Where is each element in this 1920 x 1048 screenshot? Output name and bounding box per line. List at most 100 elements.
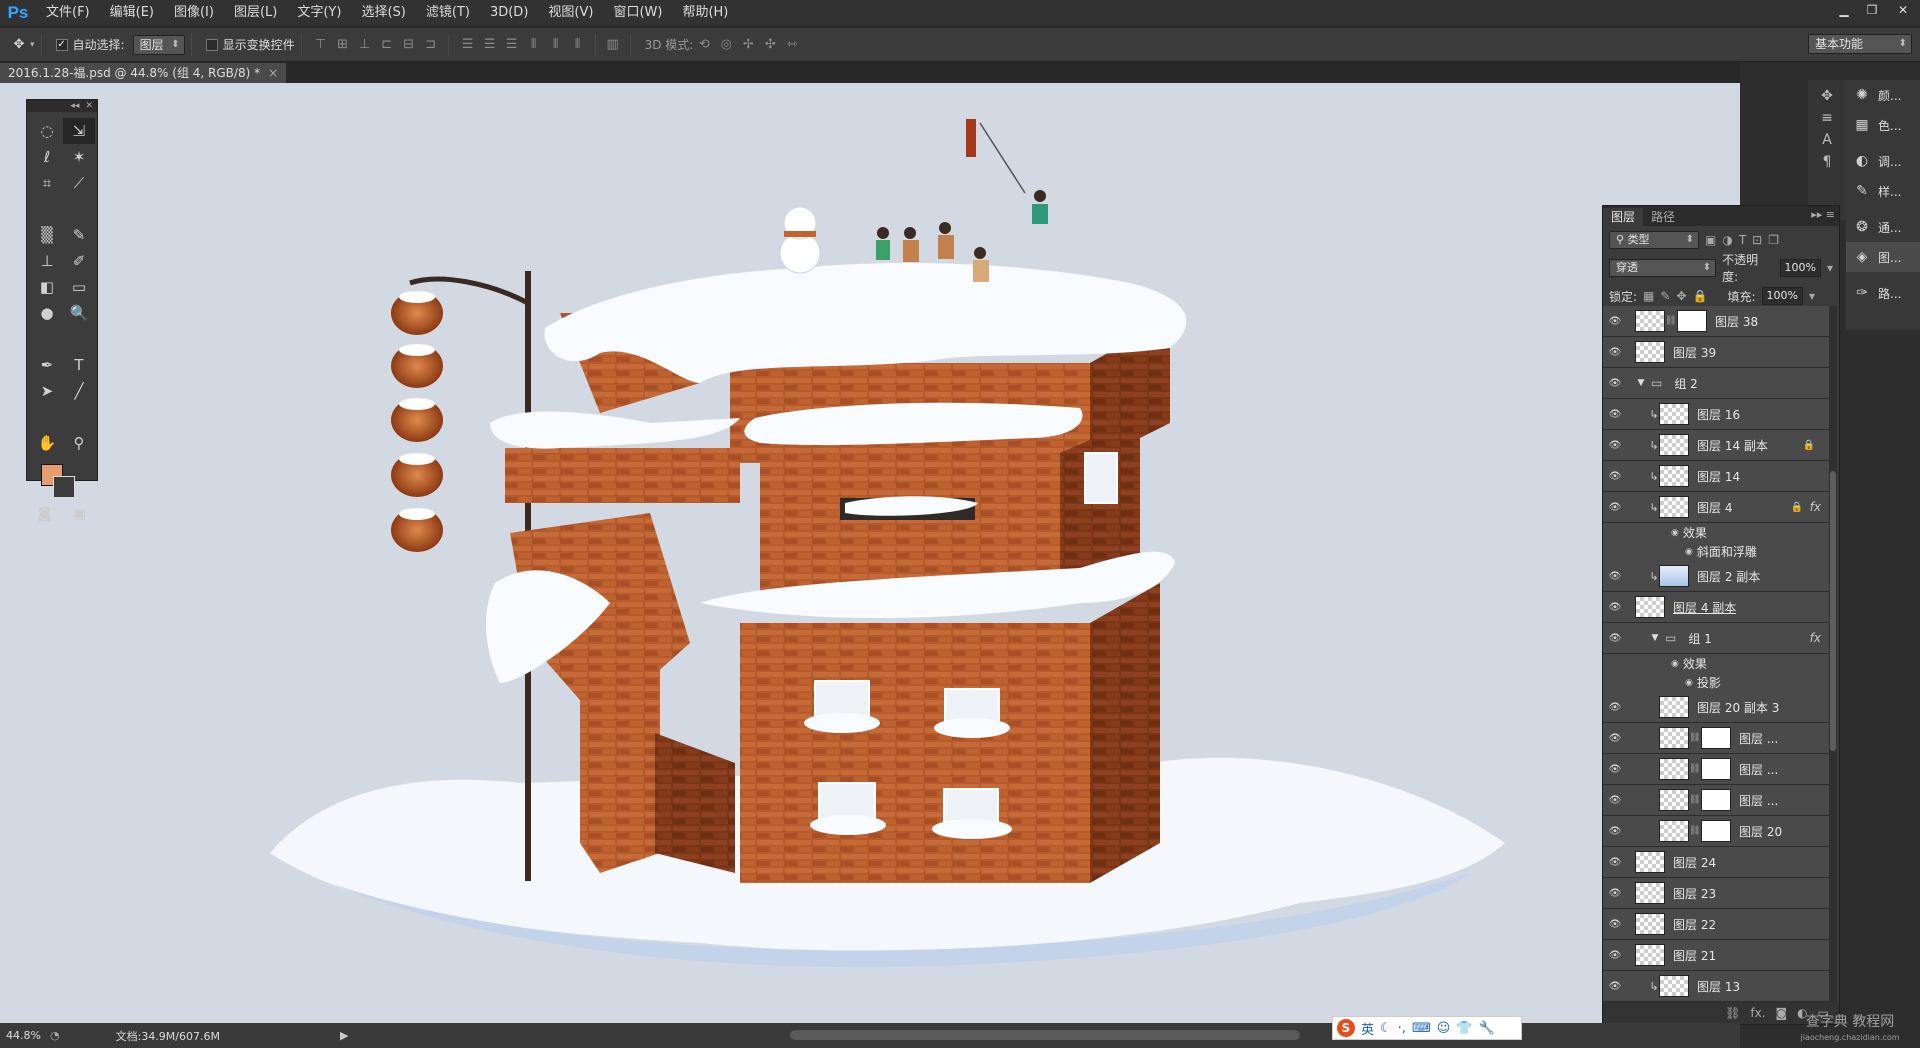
align-top-icon[interactable]: ⊤ — [310, 34, 332, 56]
distribute-hcenter-icon[interactable]: ⫴ — [545, 34, 567, 56]
ime-user-icon[interactable]: ☺ — [1437, 1021, 1451, 1036]
punctuation-icon[interactable]: ·, — [1398, 1021, 1406, 1036]
layer-row[interactable]: 👁 图层 22 — [1603, 909, 1829, 940]
layer-effect-row[interactable]: ◉ 投影 — [1603, 673, 1829, 692]
fx-badge[interactable]: fx — [1810, 631, 1821, 645]
blur-icon[interactable]: ● — [31, 300, 63, 326]
align-vcenter-icon[interactable]: ⊞ — [332, 34, 354, 56]
filter-pixel-icon[interactable]: ▣ — [1705, 233, 1716, 247]
slide-3d-icon[interactable]: ✣ — [759, 34, 781, 56]
filter-shape-icon[interactable]: ⊡ — [1752, 233, 1762, 247]
layer-row[interactable]: 👁 ▼ ▭ 组 2 — [1603, 368, 1829, 399]
visibility-eye-icon[interactable]: 👁 — [1603, 888, 1627, 899]
effect-eye-icon[interactable]: ◉ — [1685, 678, 1693, 688]
layer-mask-thumbnail[interactable] — [1701, 789, 1731, 811]
type-icon[interactable]: T — [63, 352, 95, 378]
drag-3d-icon[interactable]: ✢ — [737, 34, 759, 56]
opacity-input[interactable]: 100% — [1779, 259, 1821, 277]
status-menu-icon[interactable]: ◔ — [50, 1029, 60, 1042]
link-layers-icon[interactable]: ⛓ — [1725, 1006, 1740, 1020]
menu-item[interactable]: 文字(Y) — [287, 0, 351, 26]
dock-item[interactable]: ▦ 色... — [1846, 110, 1920, 140]
document-tab[interactable]: 2016.1.28-福.psd @ 44.8% (组 4, RGB/8) * × — [0, 63, 287, 83]
layer-row[interactable]: 👁 图层 23 — [1603, 878, 1829, 909]
visibility-eye-icon[interactable]: 👁 — [1603, 633, 1627, 644]
magic-wand-icon[interactable]: ✶ — [63, 144, 95, 170]
tool-presets-icon[interactable]: ≡ — [1821, 110, 1833, 126]
layer-mask-thumbnail[interactable] — [1701, 727, 1731, 749]
gradient-icon[interactable]: ▭ — [63, 274, 95, 300]
visibility-eye-icon[interactable]: 👁 — [1603, 602, 1627, 613]
visibility-eye-icon[interactable]: 👁 — [1603, 826, 1627, 837]
fx-badge[interactable]: fx — [1810, 500, 1821, 514]
layer-mask-thumbnail[interactable] — [1677, 310, 1707, 332]
visibility-eye-icon[interactable]: 👁 — [1603, 471, 1627, 482]
auto-select-target-select[interactable]: 图层 — [132, 34, 185, 55]
ime-language[interactable]: 英 — [1361, 1019, 1374, 1038]
wrench-icon[interactable]: 🔧 — [1478, 1021, 1494, 1036]
visibility-eye-icon[interactable]: 👁 — [1603, 702, 1627, 713]
effect-eye-icon[interactable]: ◉ — [1671, 659, 1679, 669]
quick-mask-icon[interactable]: ◙ — [38, 506, 52, 522]
rotate-3d-icon[interactable]: ⟲ — [693, 34, 715, 56]
tab-layers[interactable]: 图层 — [1603, 208, 1644, 226]
move-tool-icon[interactable]: ⇲ — [63, 118, 95, 144]
filter-adjustment-icon[interactable]: ◑ — [1722, 233, 1732, 247]
brush-icon[interactable]: ✎ — [63, 222, 95, 248]
lock-all-icon[interactable]: 🔒 — [1693, 289, 1708, 303]
dock-item[interactable]: ◐ 调... — [1846, 146, 1920, 176]
horizontal-scrollbar[interactable] — [790, 1030, 1300, 1040]
menu-item[interactable]: 文件(F) — [36, 0, 100, 26]
menu-item[interactable]: 帮助(H) — [672, 0, 738, 26]
blend-mode-select[interactable]: 穿透 — [1609, 259, 1717, 277]
distribute-bottom-icon[interactable]: ☰ — [501, 34, 523, 56]
mask-link-icon[interactable]: ⛓ — [1689, 795, 1700, 805]
auto-select-checkbox[interactable]: ✓ 自动选择: — [55, 36, 125, 53]
document-canvas[interactable] — [0, 83, 1740, 1023]
menu-item[interactable]: 滤镜(T) — [416, 0, 480, 26]
character-icon[interactable]: A — [1822, 132, 1832, 148]
fill-input[interactable]: 100% — [1761, 287, 1803, 305]
show-transform-checkbox[interactable]: 显示变换控件 — [205, 36, 295, 53]
visibility-eye-icon[interactable]: 👁 — [1603, 733, 1627, 744]
layer-effect-row[interactable]: ◉ 效果 — [1603, 654, 1829, 673]
line-icon[interactable]: ╱ — [63, 378, 95, 404]
scale-3d-icon[interactable]: ⇿ — [781, 34, 803, 56]
close-icon[interactable]: × — [268, 63, 278, 83]
layer-row[interactable]: 👁 ↳ 图层 16 — [1603, 399, 1829, 430]
brush-presets-icon[interactable]: ✥ — [1821, 88, 1833, 104]
background-color-swatch[interactable] — [53, 476, 75, 498]
layer-row[interactable]: 👁 ↳ 图层 2 副本 — [1603, 561, 1829, 592]
restore-icon[interactable]: ❐ — [1858, 0, 1886, 20]
hand-icon[interactable]: ✋ — [31, 430, 63, 456]
roll-3d-icon[interactable]: ◎ — [715, 34, 737, 56]
moon-icon[interactable]: ☾ — [1380, 1021, 1392, 1036]
mask-link-icon[interactable]: ⛓ — [1689, 733, 1700, 743]
dock-item[interactable]: ✺ 颜... — [1846, 80, 1920, 110]
minimize-icon[interactable]: ▁ — [1830, 0, 1858, 20]
layer-filter-select[interactable]: ⚲ 类型 — [1609, 231, 1699, 249]
distribute-right-icon[interactable]: ⫴ — [567, 34, 589, 56]
align-right-icon[interactable]: ⊐ — [420, 34, 442, 56]
tab-paths[interactable]: 路径 — [1643, 208, 1683, 226]
layer-row[interactable]: 👁 图层 39 — [1603, 337, 1829, 368]
rectangular-marquee-icon[interactable]: ◌ — [31, 118, 63, 144]
visibility-eye-icon[interactable]: 👁 — [1603, 409, 1627, 420]
align-bottom-icon[interactable]: ⊥ — [354, 34, 376, 56]
pen-icon[interactable]: ✒ — [31, 352, 63, 378]
path-selection-icon[interactable]: ➤ — [31, 378, 63, 404]
menu-item[interactable]: 窗口(W) — [603, 0, 672, 26]
dock-item[interactable]: ❂ 通... — [1846, 212, 1920, 242]
screen-mode-icon[interactable]: ▣ — [73, 506, 86, 522]
clone-stamp-icon[interactable]: ⊥ — [31, 248, 63, 274]
layer-row[interactable]: 👁 ↳ 图层 14 — [1603, 461, 1829, 492]
layer-row[interactable]: 👁 ⛓ 图层 ... — [1603, 785, 1829, 816]
distribute-vcenter-icon[interactable]: ☰ — [479, 34, 501, 56]
layer-row[interactable]: 👁 图层 4 副本 — [1603, 592, 1829, 623]
spot-healing-icon[interactable]: ▒ — [31, 222, 63, 248]
visibility-eye-icon[interactable]: 👁 — [1603, 857, 1627, 868]
align-left-icon[interactable]: ⊏ — [376, 34, 398, 56]
move-tool-preset[interactable]: ✥ ▾ — [8, 34, 35, 56]
dock-item[interactable]: ◈ 图... — [1846, 242, 1920, 272]
lasso-icon[interactable]: ℓ — [31, 144, 63, 170]
